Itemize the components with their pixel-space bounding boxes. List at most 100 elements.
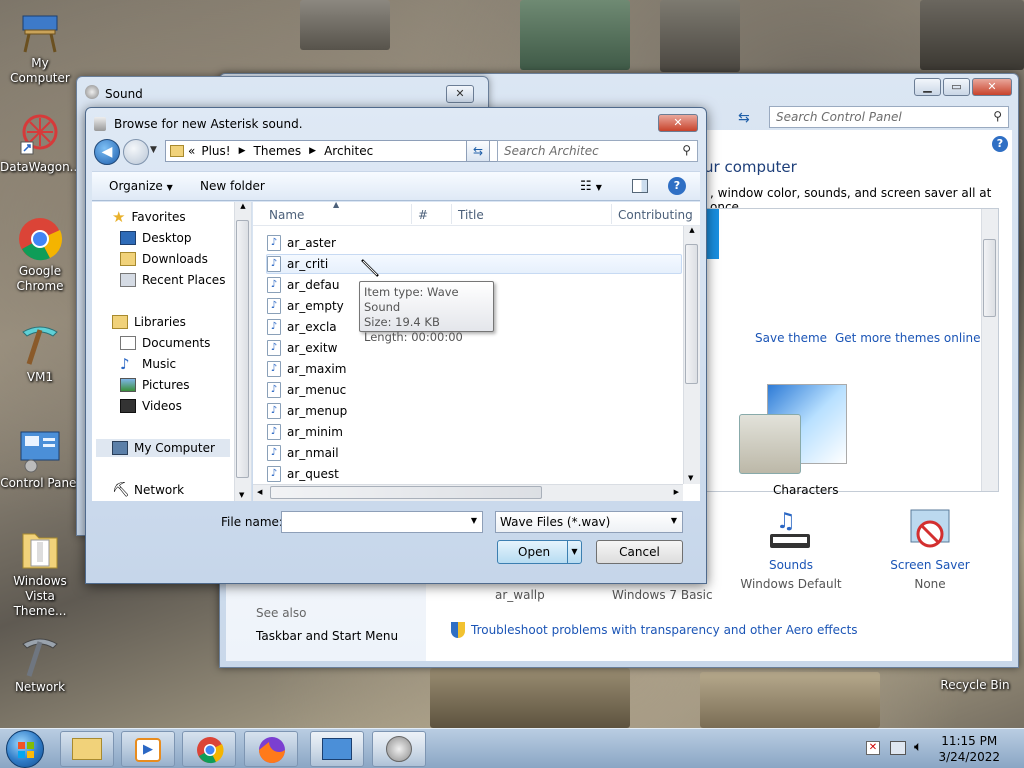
scroll-down-icon[interactable]: ▼ [688, 474, 693, 482]
sounds-item[interactable]: ♫ Sounds Windows Default [736, 508, 846, 591]
nav-libraries[interactable]: Libraries [112, 313, 186, 331]
help-icon[interactable]: ? [668, 177, 686, 195]
start-button[interactable] [6, 730, 44, 768]
close-button[interactable]: ✕ [972, 78, 1012, 96]
desktop-icon-my-computer[interactable]: My Computer [0, 8, 80, 86]
theme-list-scrollbar[interactable] [981, 209, 998, 491]
nav-downloads[interactable]: Downloads [120, 250, 208, 268]
maximize-button[interactable]: ▭ [943, 78, 970, 96]
file-row[interactable]: ♪ ar_quest [267, 464, 683, 484]
nav-pictures[interactable]: Pictures [120, 376, 190, 394]
nav-videos[interactable]: Videos [120, 397, 182, 415]
nav-network[interactable]: ⛏ Network [112, 481, 184, 499]
taskbar-explorer[interactable] [60, 731, 114, 767]
file-name-input[interactable]: ▼ [281, 511, 483, 533]
file-name: ar_defau [287, 278, 340, 292]
bottom-color-label[interactable]: Windows 7 Basic [612, 588, 713, 602]
file-row[interactable]: ♪ ar_menup [267, 401, 683, 421]
desktop-icon-datawagon[interactable]: DataWagon... [0, 112, 81, 175]
taskbar-sound[interactable] [372, 731, 426, 767]
desktop-icon-control-panel[interactable]: Control Panel [0, 428, 80, 491]
tray-flag-icon[interactable]: ✕ [866, 741, 880, 755]
system-clock[interactable]: 11:15 PM 3/24/2022 [938, 733, 1000, 765]
open-button[interactable]: Open ▼ [497, 540, 582, 564]
theme-thumb-characters[interactable] [739, 414, 801, 474]
refresh-button[interactable]: ⇆ [466, 140, 490, 162]
col-number[interactable]: # [418, 208, 428, 222]
desktop-icon-network[interactable]: Network [0, 632, 80, 695]
scroll-thumb[interactable] [236, 220, 249, 478]
nav-favorites[interactable]: ★ Favorites [112, 208, 186, 226]
breadcrumb-themes[interactable]: Themes [254, 144, 302, 158]
scroll-thumb[interactable] [983, 239, 996, 317]
refresh-icon[interactable]: ⇆ [738, 110, 750, 126]
preview-pane-icon[interactable] [632, 179, 648, 193]
nav-documents[interactable]: Documents [120, 334, 210, 352]
breadcrumb-architec[interactable]: Architec [324, 144, 373, 158]
file-row[interactable]: ♪ ar_criti [266, 254, 682, 274]
file-list-hscroll[interactable]: ◀ ▶ [253, 484, 683, 501]
nav-my-computer[interactable]: My Computer [96, 439, 230, 457]
file-row[interactable]: ♪ ar_nmail [267, 443, 683, 463]
breadcrumb-overflow[interactable]: « [188, 144, 195, 158]
breadcrumb-plus[interactable]: Plus! [201, 144, 230, 158]
scroll-left-icon[interactable]: ◀ [257, 488, 262, 496]
file-row[interactable]: ♪ ar_minim [267, 422, 683, 442]
address-bar[interactable]: « Plus! ▶ Themes ▶ Architec ▼ [165, 140, 550, 162]
history-dropdown[interactable]: ▼ [150, 145, 157, 155]
taskbar-firefox[interactable] [244, 731, 298, 767]
split-chevron-icon[interactable]: ▼ [567, 541, 581, 563]
nav-recent[interactable]: Recent Places [120, 271, 225, 289]
pickaxe-icon [17, 322, 63, 368]
cancel-button[interactable]: Cancel [596, 540, 683, 564]
desktop-icon-vista-theme[interactable]: Windows Vista Theme... [0, 526, 80, 619]
troubleshoot-link[interactable]: Troubleshoot problems with transparency … [471, 623, 858, 637]
scroll-up-icon[interactable]: ▲ [684, 226, 700, 234]
browse-dialog[interactable]: Browse for new Asterisk sound. ✕ ◀ ▼ « P… [85, 107, 707, 584]
file-row[interactable]: ♪ ar_maxim [267, 359, 683, 379]
save-theme-link[interactable]: Save theme [755, 331, 827, 345]
organize-button[interactable]: Organize ▼ [109, 179, 173, 193]
scroll-right-icon[interactable]: ▶ [674, 488, 679, 496]
wallpaper-block [660, 0, 740, 72]
file-row[interactable]: ♪ ar_menuc [267, 380, 683, 400]
minimize-button[interactable]: ▁ [914, 78, 941, 96]
help-icon[interactable]: ? [992, 136, 1008, 152]
col-title[interactable]: Title [458, 208, 484, 222]
tray-network-icon[interactable] [890, 741, 906, 755]
scroll-up-icon[interactable]: ▲ [235, 202, 251, 210]
more-themes-link[interactable]: Get more themes online [835, 331, 981, 345]
column-headers: Name ▲ # Title Contributing [253, 202, 700, 226]
taskbar-control-panel[interactable] [310, 731, 364, 767]
back-button[interactable]: ◀ [94, 139, 120, 165]
scroll-down-icon[interactable]: ▼ [239, 491, 244, 499]
file-type-select[interactable]: Wave Files (*.wav) ▼ [495, 511, 683, 533]
documents-icon [120, 336, 136, 350]
search-input[interactable]: Search Control Panel ⚲ [769, 106, 1009, 128]
tooltip-length: Length: 00:00:00 [364, 330, 463, 344]
col-contributing[interactable]: Contributing [618, 208, 693, 222]
search-input[interactable]: Search Architec ⚲ [497, 140, 698, 162]
screen-saver-item[interactable]: Screen Saver None [880, 508, 980, 591]
col-name[interactable]: Name [269, 208, 304, 222]
nav-desktop[interactable]: Desktop [120, 229, 192, 247]
scroll-thumb[interactable] [685, 244, 698, 384]
nav-scrollbar[interactable]: ▲ ▼ [234, 202, 251, 501]
forward-button[interactable] [123, 139, 149, 165]
file-list-vscroll[interactable]: ▲ ▼ [683, 226, 700, 484]
view-options-icon[interactable]: ☷ ▼ [580, 179, 602, 194]
desktop-icon-chrome[interactable]: Google Chrome [0, 216, 80, 294]
desktop-icon-vm1[interactable]: VM1 [0, 322, 80, 385]
chevron-down-icon[interactable]: ▼ [471, 516, 477, 525]
file-row[interactable]: ♪ ar_aster [267, 233, 683, 253]
nav-music[interactable]: ♪ Music [120, 355, 176, 373]
taskbar-start-link[interactable]: Taskbar and Start Menu [256, 629, 398, 643]
tray-volume-icon[interactable]: 🔈︎ [914, 739, 922, 755]
new-folder-button[interactable]: New folder [200, 179, 265, 193]
dialog-close-button[interactable]: ✕ [658, 114, 698, 132]
taskbar-chrome[interactable] [182, 731, 236, 767]
taskbar-media-player[interactable]: ▶ [121, 731, 175, 767]
bottom-wallpaper-label[interactable]: ar_wallp [495, 588, 545, 602]
sound-close-button[interactable]: ✕ [446, 85, 474, 103]
hscroll-thumb[interactable] [270, 486, 542, 499]
